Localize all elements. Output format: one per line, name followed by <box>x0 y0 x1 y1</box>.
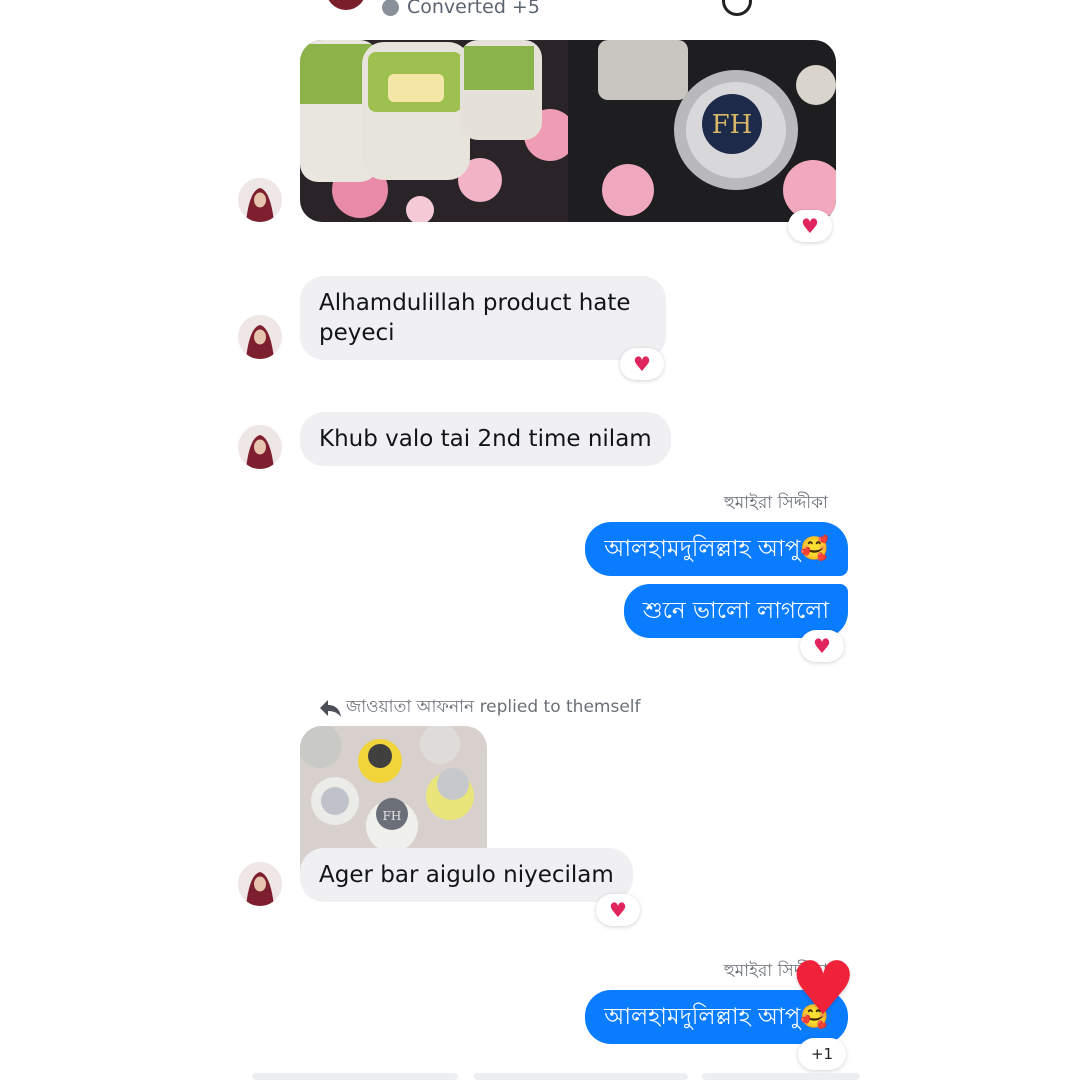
reaction-heart[interactable]: ♥ <box>620 348 664 380</box>
svg-text:FH: FH <box>712 110 753 140</box>
reaction-heart[interactable]: ♥ <box>800 630 844 662</box>
status-dot-icon <box>382 0 399 16</box>
heart-icon: ♥ <box>813 634 831 658</box>
composer-chip[interactable] <box>252 1073 458 1080</box>
message-photo-1[interactable] <box>300 40 568 222</box>
message-text: আলহামদুলিল্লাহ আপু🥰 <box>604 536 829 562</box>
message-bubble[interactable]: Alhamdulillah product hate peyeci <box>300 276 666 360</box>
heart-icon: ♥ <box>801 214 819 238</box>
reaction-heart[interactable]: ♥ <box>788 210 832 242</box>
message-photo-2[interactable]: FH <box>568 40 836 222</box>
reply-arrow-icon <box>320 700 341 717</box>
message-bubble[interactable]: Ager bar aigulo niyecilam <box>300 848 633 902</box>
composer-chip[interactable] <box>474 1073 688 1080</box>
message-bubble[interactable]: Khub valo tai 2nd time nilam <box>300 412 671 466</box>
reaction-heart[interactable]: ♥ <box>596 894 640 926</box>
message-text: Ager bar aigulo niyecilam <box>319 862 614 888</box>
message-text: Khub valo tai 2nd time nilam <box>319 426 652 452</box>
converted-label: Converted +5 <box>382 0 540 18</box>
avatar[interactable] <box>238 862 282 906</box>
svg-text:FH: FH <box>383 809 402 823</box>
reaction-count[interactable]: +1 <box>798 1038 846 1070</box>
sender-name: হুমাইরা সিদ্দীকা <box>723 493 828 513</box>
message-text: শুনে ভালো লাগলো <box>642 598 829 624</box>
heart-icon: ♥ <box>609 898 627 922</box>
composer-chip[interactable] <box>702 1073 860 1080</box>
message-bubble-outgoing[interactable]: আলহামদুলিল্লাহ আপু🥰 <box>585 522 848 576</box>
avatar[interactable] <box>238 178 282 222</box>
avatar[interactable] <box>238 425 282 469</box>
avatar[interactable] <box>238 315 282 359</box>
reply-note: জাওয়াতা আফনান replied to themself <box>318 694 641 722</box>
heart-animation-icon: ♥ <box>790 946 857 1032</box>
message-text: Alhamdulillah product hate peyeci <box>319 290 631 346</box>
avatar-top <box>326 0 366 10</box>
heart-icon: ♥ <box>633 352 651 376</box>
seen-indicator-icon <box>722 0 752 16</box>
